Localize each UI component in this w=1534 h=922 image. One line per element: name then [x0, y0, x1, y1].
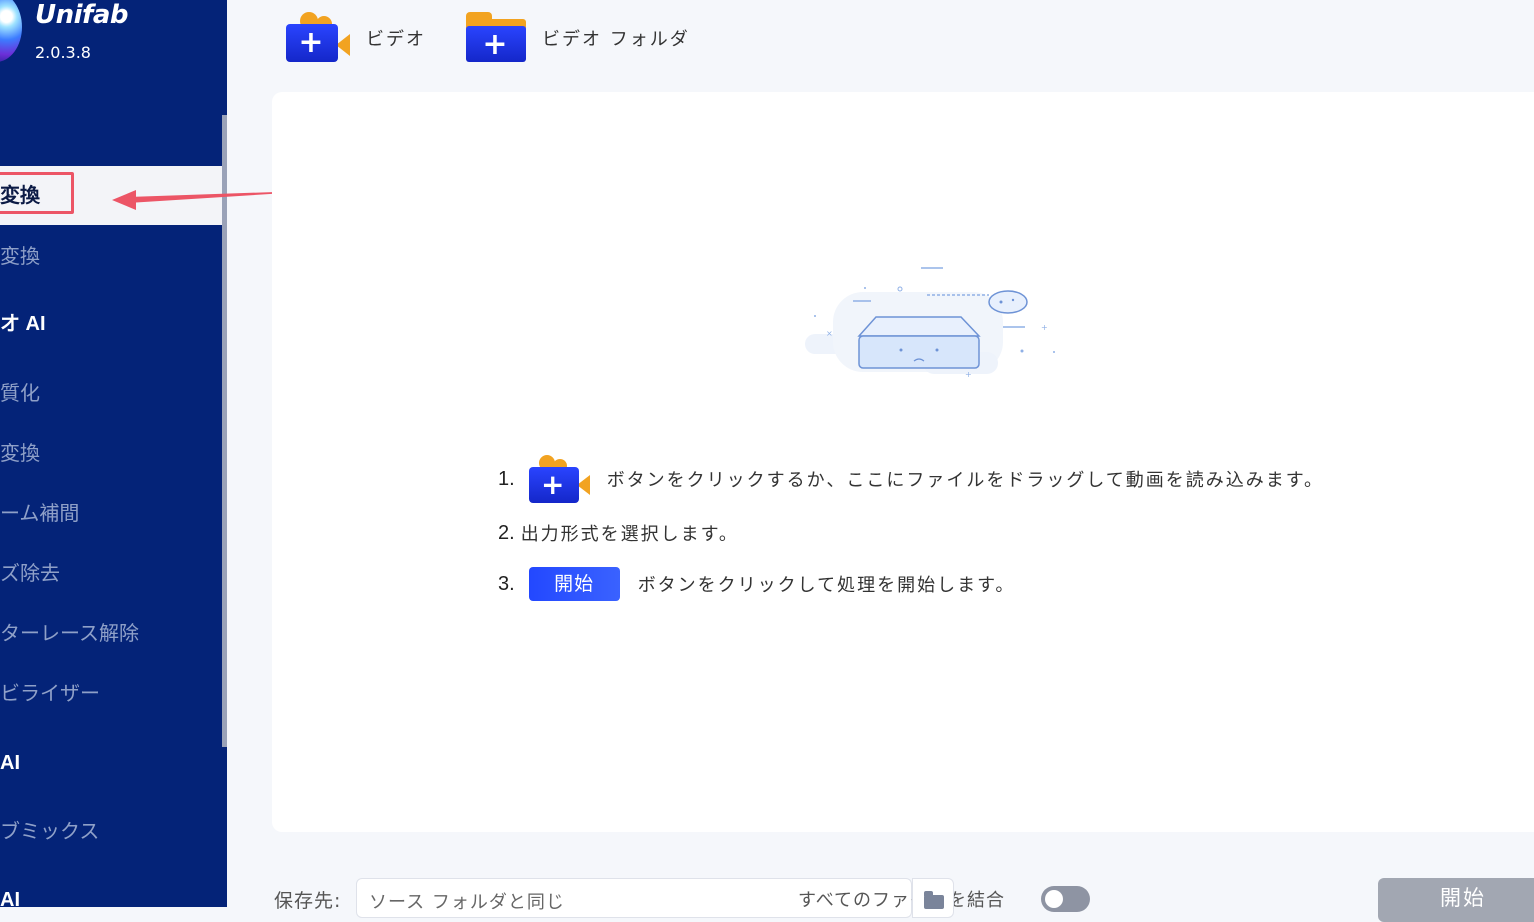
- save-location-value: ソース フォルダと同じ: [369, 892, 565, 913]
- sidebar-item-label: 変換: [0, 244, 40, 268]
- sidebar-section-label: AI: [0, 889, 20, 907]
- step-number: 2.: [498, 521, 515, 544]
- add-folder-label: ビデオ フォルダ: [542, 29, 690, 50]
- sidebar: Unifab 2.0.3.8 変換 変換 オ AI 質化 変換 ーム補間 ズ除去…: [0, 0, 227, 907]
- step-text: ボタンをクリックして処理を開始します。: [637, 575, 1016, 596]
- merge-files-toggle[interactable]: [1041, 886, 1090, 912]
- add-video-label: ビデオ: [366, 29, 426, 50]
- sidebar-item-noise-removal[interactable]: ズ除去: [0, 543, 222, 603]
- svg-text:+: +: [965, 370, 972, 379]
- sidebar-section-ai: AI: [0, 870, 222, 907]
- start-chip: 開始: [528, 567, 620, 601]
- start-button[interactable]: 開始: [1378, 878, 1534, 922]
- step-3: 3. 開始 ボタンをクリックして処理を開始します。: [498, 566, 1015, 602]
- sidebar-item-label: ーム補間: [0, 501, 80, 525]
- step-text: ボタンをクリックするか、ここにファイルをドラッグして動画を読み込みます。: [606, 470, 1324, 491]
- add-video-button[interactable]: + ビデオ: [286, 10, 426, 66]
- browse-folder-button[interactable]: [912, 878, 954, 918]
- sidebar-item-label: ズ除去: [0, 561, 60, 585]
- sidebar-section-video-ai: オ AI: [0, 294, 222, 354]
- sidebar-item-upmix[interactable]: ブミックス: [0, 801, 222, 861]
- add-folder-button[interactable]: + ビデオ フォルダ: [464, 10, 690, 66]
- sidebar-item-audio-convert[interactable]: 変換: [0, 226, 222, 286]
- add-video-icon: +: [286, 10, 352, 66]
- empty-box-illustration-icon: × + +: [805, 267, 1055, 379]
- sidebar-item-label: 質化: [0, 381, 40, 405]
- sidebar-item-stabilizer[interactable]: ビライザー: [0, 663, 222, 723]
- merge-files-label: すべてのファイルを結合: [798, 890, 1006, 911]
- add-folder-icon: +: [464, 10, 528, 66]
- sidebar-item-label: ターレース解除: [0, 621, 139, 645]
- app-version: 2.0.3.8: [35, 43, 91, 62]
- annotation-highlight-box: [0, 172, 74, 214]
- svg-text:×: ×: [826, 329, 833, 338]
- sidebar-item-deinterlace[interactable]: ターレース解除: [0, 603, 222, 663]
- step-number: 3.: [498, 572, 515, 595]
- step-number: 1.: [498, 467, 515, 490]
- sidebar-section-label: オ AI: [0, 313, 46, 335]
- step-1: 1. + ボタンをクリックするか、ここにファイルをドラッグして動画を読み込みます…: [498, 448, 1324, 510]
- app-logo-icon: [0, 0, 22, 62]
- sidebar-section-label: AI: [0, 752, 20, 774]
- save-location-label: 保存先:: [274, 890, 342, 912]
- toggle-knob: [1045, 890, 1063, 908]
- step-text: 出力形式を選択します。: [520, 524, 739, 545]
- svg-text:+: +: [1041, 323, 1048, 332]
- sidebar-item-upscale[interactable]: 質化: [0, 363, 222, 423]
- sidebar-item-label: 変換: [0, 441, 40, 465]
- sidebar-item-frame-interpolation[interactable]: ーム補間: [0, 483, 222, 543]
- app-name: Unifab: [35, 0, 129, 30]
- sidebar-section-audio-ai: AI: [0, 733, 222, 793]
- step-2: 2. 出力形式を選択します。: [498, 518, 739, 548]
- add-video-icon: +: [528, 453, 591, 505]
- sidebar-item-label: ビライザー: [0, 681, 100, 705]
- sidebar-item-sdr-hdr-convert[interactable]: 変換: [0, 423, 222, 483]
- sidebar-item-label: ブミックス: [0, 819, 100, 843]
